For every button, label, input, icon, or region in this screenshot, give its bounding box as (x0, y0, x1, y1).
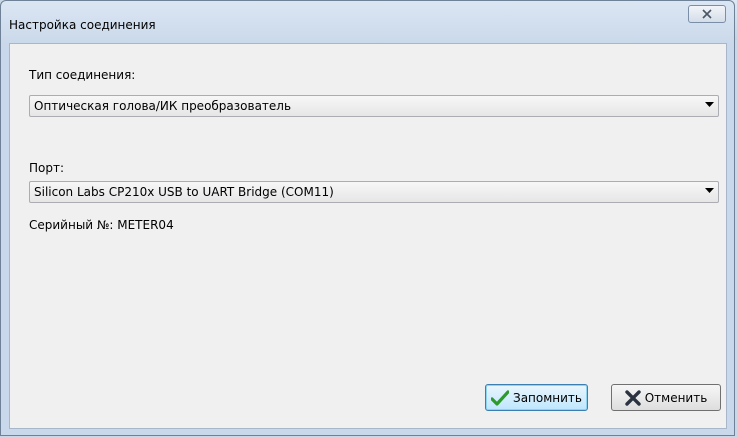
connection-type-label: Тип соединения: (29, 68, 136, 82)
port-label: Порт: (29, 161, 65, 175)
cancel-button-label: Отменить (644, 390, 708, 405)
cancel-button[interactable]: Отменить (611, 384, 721, 411)
close-button[interactable] (688, 5, 726, 23)
serial-number-text: Серийный №: METER04 (29, 218, 174, 232)
connection-type-select[interactable]: Оптическая голова/ИК преобразователь (29, 95, 719, 117)
save-button-label: Запомнить (513, 390, 582, 405)
window-title: Настройка соединения (9, 18, 156, 32)
dialog-client-area: Тип соединения: Оптическая голова/ИК пре… (9, 43, 727, 429)
cross-icon (625, 389, 641, 406)
checkmark-icon (491, 389, 509, 406)
connection-type-value: Оптическая голова/ИК преобразователь (34, 99, 292, 113)
close-icon (702, 9, 712, 19)
dialog-window: Настройка соединения Тип соединения: Опт… (0, 0, 735, 436)
save-button[interactable]: Запомнить (485, 384, 588, 411)
port-value: Silicon Labs CP210x USB to UART Bridge (… (34, 185, 334, 199)
title-bar[interactable]: Настройка соединения (1, 1, 734, 43)
chevron-down-icon (705, 188, 714, 193)
port-select[interactable]: Silicon Labs CP210x USB to UART Bridge (… (29, 181, 719, 203)
chevron-down-icon (705, 102, 714, 107)
